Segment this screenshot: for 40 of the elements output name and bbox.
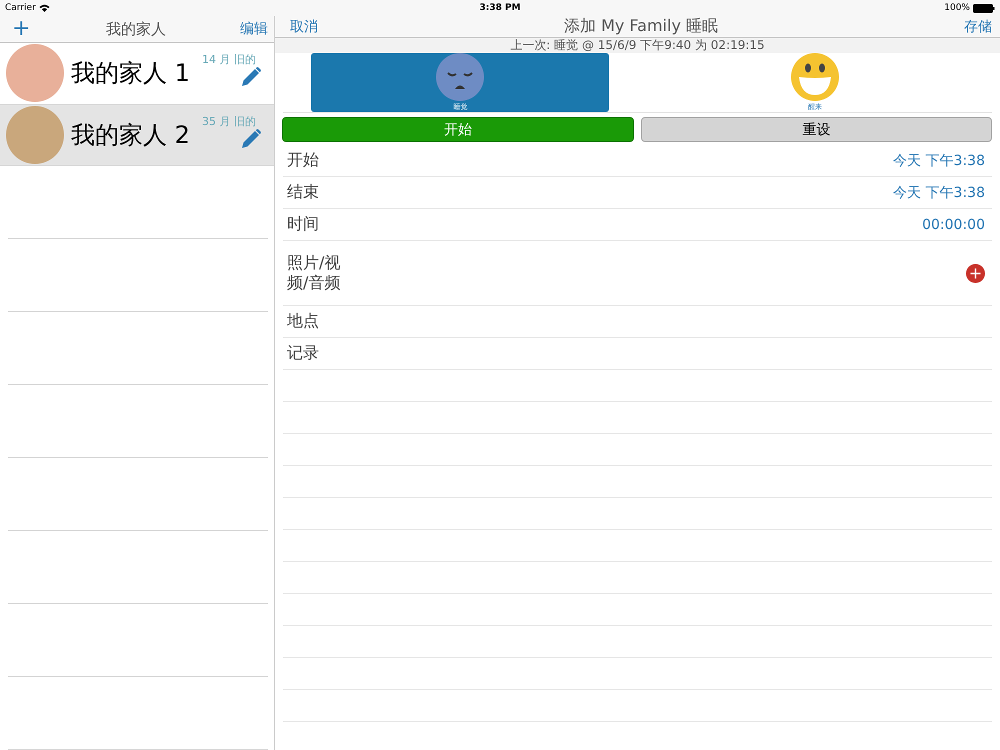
age-label: 14 月 旧的: [202, 52, 256, 68]
field-value: 今天 下午3:38: [893, 152, 985, 170]
battery-percent: 100%: [944, 3, 970, 13]
add-icon[interactable]: [966, 264, 985, 282]
family-member-row[interactable]: 我的家人 1 14 月 旧的: [0, 43, 274, 105]
cancel-button[interactable]: 取消: [290, 18, 318, 36]
edit-button[interactable]: 编辑: [240, 20, 268, 38]
battery-icon: [972, 4, 995, 12]
save-button[interactable]: 存储: [964, 18, 992, 36]
sleepy-face-icon: [436, 53, 484, 101]
field-label: 时间: [287, 214, 319, 235]
form-row[interactable]: 结束 今天 下午3:38: [283, 177, 992, 209]
field-label: 记录: [287, 343, 319, 364]
form-row[interactable]: 时间 00:00:00: [283, 209, 992, 241]
form-row[interactable]: 记录: [283, 338, 992, 370]
age-label: 35 月 旧的: [202, 114, 256, 129]
pencil-icon[interactable]: [240, 66, 262, 88]
field-label: 照片/视频/音频: [287, 253, 342, 293]
nav-title: 添加 My Family 睡眠: [564, 16, 718, 37]
reset-button[interactable]: 重设: [640, 117, 992, 142]
field-label: 地点: [287, 311, 319, 332]
wifi-icon: [38, 4, 50, 12]
field-value: 今天 下午3:38: [893, 184, 985, 202]
member-name: 我的家人 1: [71, 58, 190, 90]
carrier-label: Carrier: [5, 3, 36, 13]
clock-time: 3:38 PM: [479, 3, 521, 13]
field-label: 结束: [287, 182, 319, 203]
member-name: 我的家人 2: [71, 120, 190, 151]
start-button[interactable]: 开始: [282, 117, 634, 142]
last-entry-summary: 上一次: 睡觉 @ 15/6/9 下午9:40 为 02:19:15: [275, 38, 1000, 53]
form-row[interactable]: 照片/视频/音频: [283, 241, 992, 306]
smiling-face-icon: [790, 53, 839, 101]
field-label: 开始: [287, 150, 319, 171]
pencil-icon[interactable]: [240, 128, 262, 150]
form-row[interactable]: 开始 今天 下午3:38: [283, 145, 992, 177]
field-value: 00:00:00: [922, 216, 985, 232]
form-row[interactable]: 地点: [283, 306, 992, 338]
nav-title: 我的家人: [106, 20, 166, 39]
add-button[interactable]: +: [10, 18, 32, 40]
family-member-row[interactable]: 我的家人 2 35 月 旧的: [0, 104, 274, 166]
